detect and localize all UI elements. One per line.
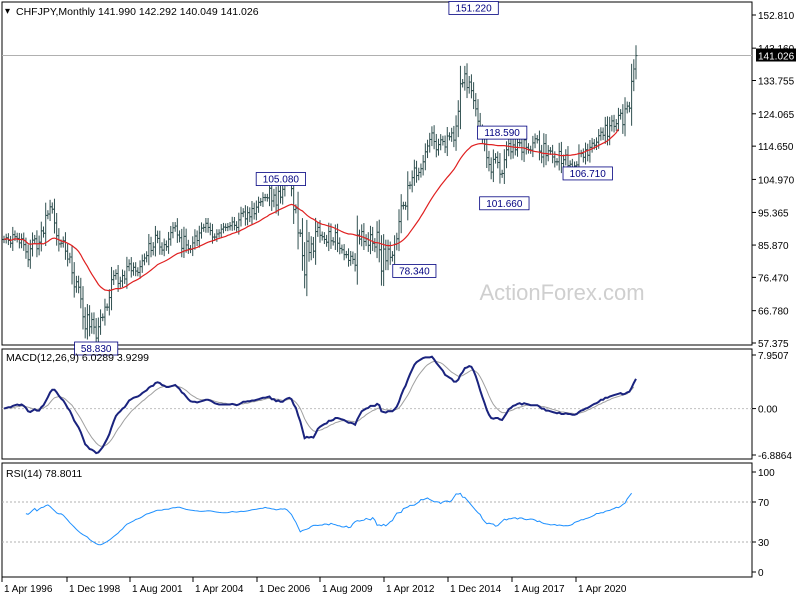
price-tick-label: 57.375 [758, 339, 789, 350]
rsi-line [25, 492, 632, 546]
chart-window: ActionForex.com 152.810143.160133.755124… [0, 0, 800, 600]
time-axis: 1 Apr 1996 1 Dec 1998 1 Aug 2001 1 Apr 2004… [1, 577, 627, 595]
macd-tick-label: 0.00 [758, 405, 778, 416]
price-tick-label: 114.650 [758, 142, 794, 153]
price-tick-label: 124.065 [758, 110, 795, 121]
time-tick-label: 1 Apr 1996 [4, 584, 53, 595]
current-price-label: 141.026 [758, 52, 795, 63]
rsi-panel: 100 70 30 0 [2, 468, 775, 579]
price-tick-label: 133.755 [758, 76, 795, 87]
rsi-tick-label: 70 [758, 498, 770, 509]
time-tick-label: 1 Dec 2006 [259, 584, 311, 595]
watermark: ActionForex.com [479, 280, 644, 305]
macd-panel: 7.9507 0.00 -6.8864 [2, 351, 792, 462]
annotation-label: 151.220 [456, 3, 493, 14]
time-tick-label: 1 Apr 2020 [578, 584, 627, 595]
macd-title: MACD(12,26,9) 6.0289 3.9299 [6, 352, 149, 364]
macd-tick-label: 7.9507 [758, 351, 789, 362]
current-price-line: 141.026 [2, 48, 796, 63]
price-tick-label: 85.870 [758, 241, 789, 252]
annotation-label: 118.590 [484, 128, 520, 139]
annotation-label: 78.340 [399, 266, 430, 277]
price-tick-label: 104.970 [758, 175, 795, 186]
chart-canvas: ActionForex.com 152.810143.160133.755124… [1, 1, 796, 595]
ohlc-values: 141.990 142.292 140.049 141.026 [98, 6, 259, 18]
price-tick-label: 76.470 [758, 273, 789, 284]
annotation-label: 106.710 [570, 169, 607, 180]
rsi-tick-label: 30 [758, 538, 770, 549]
symbol-label: CHFJPY,Monthly [16, 6, 96, 18]
time-tick-label: 1 Aug 2017 [514, 584, 565, 595]
rsi-title: RSI(14) 78.8011 [6, 468, 82, 480]
time-tick-label: 1 Apr 2004 [195, 584, 244, 595]
rsi-tick-label: 0 [758, 568, 764, 579]
time-tick-label: 1 Aug 2001 [132, 584, 183, 595]
time-tick-label: 1 Dec 2014 [450, 584, 502, 595]
rsi-panel-frame [1, 462, 753, 578]
time-tick-label: 1 Dec 1998 [69, 584, 121, 595]
window-menu-icon[interactable]: ▾ [5, 6, 10, 17]
macd-signal-line [4, 360, 635, 447]
macd-line [3, 355, 637, 455]
annotation-label: 101.660 [486, 199, 523, 210]
price-tick-label: 152.810 [758, 11, 795, 22]
time-tick-label: 1 Apr 2012 [386, 584, 435, 595]
macd-tick-label: -6.8864 [758, 451, 792, 462]
rsi-tick-label: 100 [758, 468, 775, 479]
time-tick-label: 1 Aug 2009 [322, 584, 373, 595]
price-tick-label: 95.365 [758, 208, 789, 219]
annotation-label: 105.080 [263, 175, 300, 186]
price-tick-label: 66.780 [758, 307, 789, 318]
